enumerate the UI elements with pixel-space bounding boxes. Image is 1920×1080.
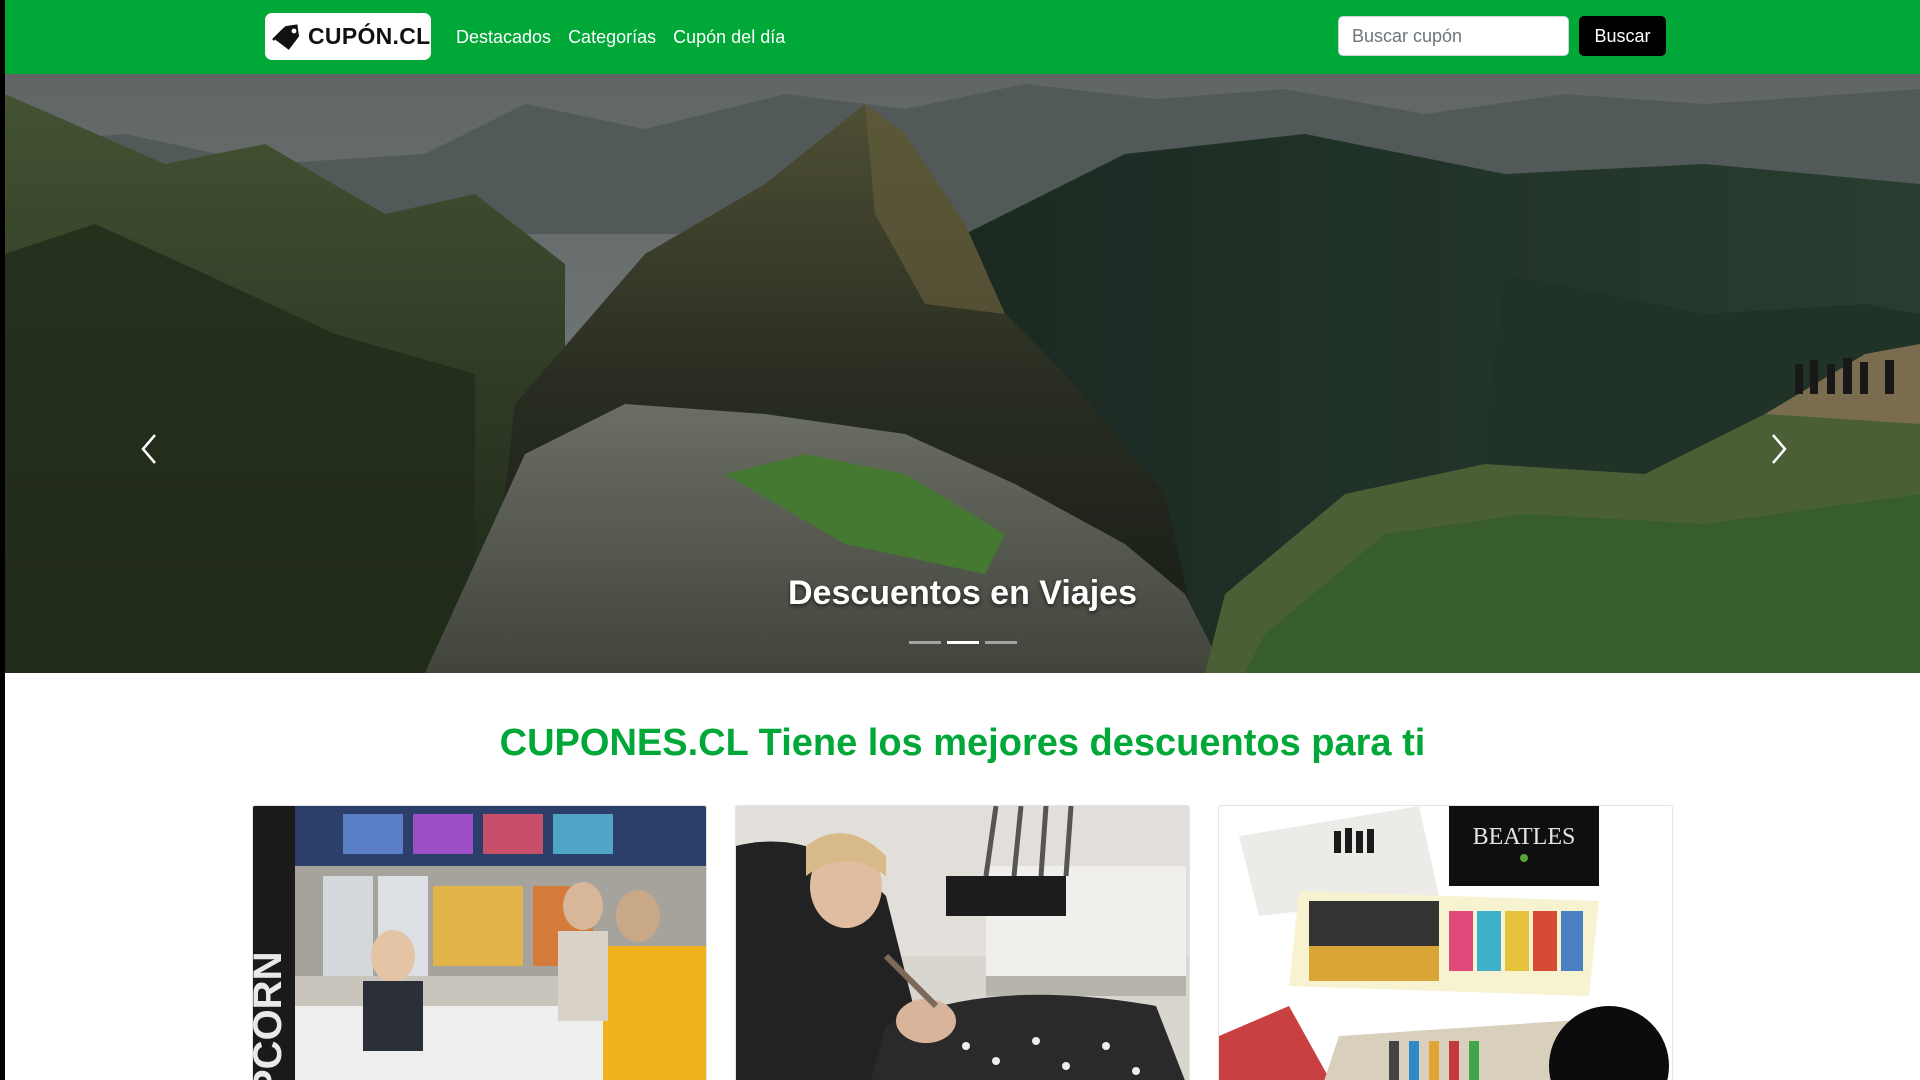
headline-brand: CUPONES.CL — [499, 722, 749, 764]
svg-text:PCORN: PCORN — [253, 952, 290, 1080]
nav-destacados[interactable]: Destacados — [456, 27, 551, 48]
coupon-card-beatles[interactable]: BEATLES — [1218, 805, 1673, 1080]
top-navbar: CUPÓN.CL Destacados Categorías Cupón del… — [5, 0, 1920, 74]
search-input[interactable] — [1338, 16, 1569, 56]
cinema-candy-bar-image: PCORN — [253, 806, 706, 1080]
window-edge — [0, 0, 5, 1080]
search-button[interactable]: Buscar — [1579, 16, 1666, 56]
brand-logo[interactable]: CUPÓN.CL — [265, 13, 431, 60]
carousel-indicators — [5, 641, 1920, 644]
carousel-indicator-1[interactable] — [908, 641, 941, 644]
slide-caption: Descuentos en Viajes — [788, 574, 1137, 612]
nav-cupon-del-dia[interactable]: Cupón del día — [673, 27, 785, 48]
dentist-image — [736, 806, 1189, 1080]
hero-carousel: Descuentos en Viajes — [5, 74, 1920, 673]
carousel-next-button[interactable] — [1759, 424, 1799, 474]
tag-icon — [272, 23, 300, 50]
beatles-vinyl-image: BEATLES — [1219, 806, 1672, 1080]
nav-categorias[interactable]: Categorías — [568, 27, 656, 48]
album-title-text: BEATLES — [1473, 824, 1576, 850]
logo-text: CUPÓN.CL — [308, 23, 431, 49]
main-nav: Destacados Categorías Cupón del día — [456, 0, 802, 74]
headline-text: Tiene los mejores descuentos para ti — [748, 722, 1426, 764]
chevron-right-icon — [1772, 434, 1787, 464]
carousel-indicator-2[interactable] — [946, 641, 979, 644]
carousel-prev-button[interactable] — [129, 424, 169, 474]
carousel-indicator-3[interactable] — [984, 641, 1017, 644]
coupon-card-dentist[interactable] — [735, 805, 1190, 1080]
page-headline: CUPONES.CL Tiene los mejores descuentos … — [5, 722, 1920, 765]
chevron-left-icon — [141, 434, 156, 464]
coupon-card-cinema[interactable]: PCORN — [252, 805, 707, 1080]
